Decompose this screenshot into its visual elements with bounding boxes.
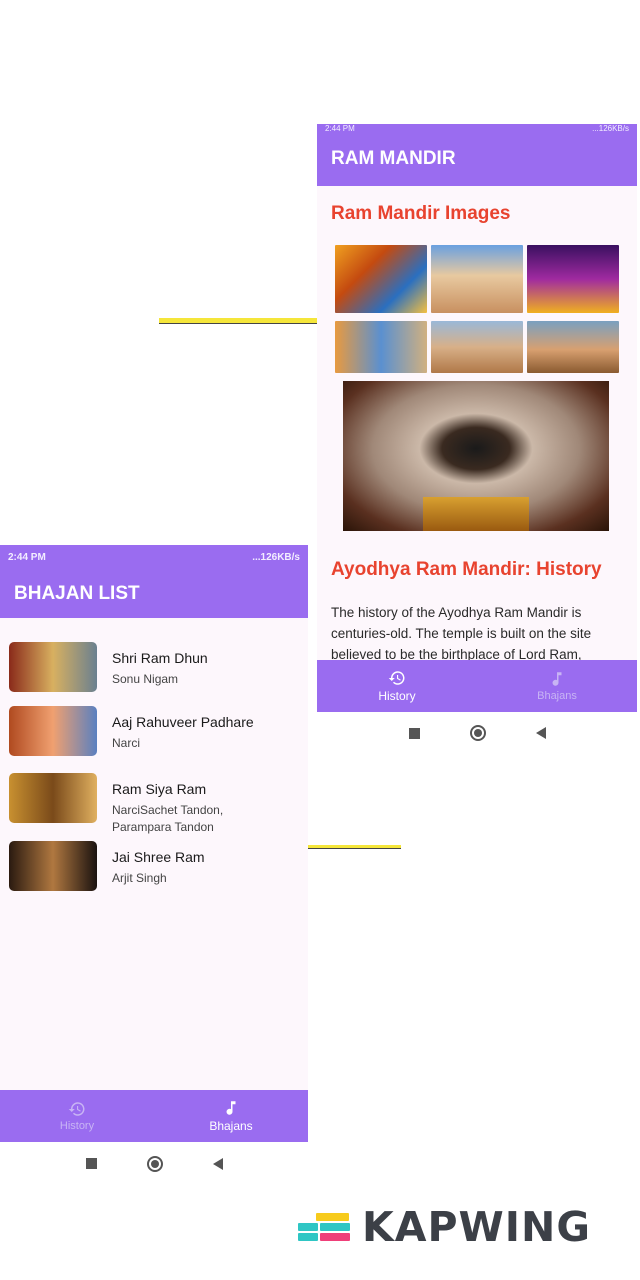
list-item[interactable]: Aaj Rahuveer Padhare Narci (0, 706, 308, 773)
gallery-image[interactable] (431, 245, 523, 313)
nav-bhajans[interactable]: Bhajans (154, 1090, 308, 1142)
bhajan-cover-image (9, 642, 97, 692)
list-item[interactable]: Jai Shree Ram Arjit Singh (0, 841, 308, 905)
nav-history-label: History (59, 1120, 95, 1132)
featured-temple-image[interactable] (343, 381, 609, 531)
system-navigation (0, 1142, 308, 1185)
status-bar: 2:44 PM ...126KB/s (317, 124, 637, 132)
app-bar-title: BHAJAN LIST (14, 582, 140, 604)
gallery-image[interactable] (431, 321, 523, 373)
gallery-image[interactable] (335, 245, 427, 313)
kapwing-watermark: KAPWING (298, 1203, 591, 1251)
bhajan-title: Shri Ram Dhun (112, 650, 208, 666)
list-item[interactable]: Shri Ram Dhun Sonu Nigam (0, 642, 308, 706)
system-navigation (317, 712, 637, 744)
connector-line (159, 318, 317, 324)
image-gallery (335, 245, 623, 373)
nav-history-label: History (378, 689, 416, 703)
gallery-image[interactable] (335, 321, 427, 373)
app-bar: BHAJAN LIST (0, 569, 308, 618)
history-icon (68, 1102, 85, 1116)
list-item[interactable]: Ram Siya Ram NarciSachet Tandon, Parampa… (0, 773, 308, 841)
bhajan-cover-image (9, 706, 97, 756)
recents-icon[interactable] (85, 1158, 97, 1169)
bhajan-cover-image (9, 841, 97, 891)
home-icon[interactable] (469, 725, 486, 741)
back-icon[interactable] (535, 727, 546, 739)
nav-history[interactable]: History (317, 660, 477, 712)
app-bar: RAM MANDIR (317, 132, 637, 186)
connector-line (308, 845, 401, 849)
ram-mandir-screen: 2:44 PM ...126KB/s RAM MANDIR Ram Mandir… (317, 124, 637, 744)
nav-bhajans[interactable]: Bhajans (477, 660, 637, 712)
app-bar-title: RAM MANDIR (331, 148, 456, 169)
gallery-image[interactable] (527, 321, 619, 373)
images-section-title: Ram Mandir Images (331, 203, 511, 224)
history-icon (388, 671, 405, 685)
status-indicators: ...126KB/s (252, 551, 300, 563)
bottom-navigation: History Bhajans (0, 1090, 308, 1142)
history-paragraph: The history of the Ayodhya Ram Mandir is… (331, 605, 592, 660)
bhajan-title: Aaj Rahuveer Padhare (112, 714, 254, 730)
ram-mandir-content[interactable]: Ram Mandir Images Ayodhya Ram Mandir: Hi… (317, 186, 637, 660)
status-indicators: ...126KB/s (592, 124, 629, 132)
status-time: 2:44 PM (8, 551, 46, 563)
music-note-icon (226, 1101, 236, 1115)
nav-history[interactable]: History (0, 1090, 154, 1142)
bhajan-list-screen: 2:44 PM ...126KB/s BHAJAN LIST Shri Ram … (0, 545, 308, 1185)
screen-canvas: 2:44 PM ...126KB/s RAM MANDIR Ram Mandir… (0, 0, 640, 1280)
bhajan-artist: NarciSachet Tandon, Parampara Tandon (112, 803, 224, 834)
bhajan-artist: Sonu Nigam (112, 672, 179, 686)
recents-icon[interactable] (408, 727, 420, 739)
gallery-image[interactable] (527, 245, 619, 313)
bhajan-cover-image (9, 773, 97, 823)
bhajan-artist: Narci (112, 736, 141, 750)
bhajan-artist: Arjit Singh (112, 871, 167, 885)
kapwing-brand-text: KAPWING (362, 1203, 591, 1251)
bhajan-title: Jai Shree Ram (112, 849, 205, 865)
nav-bhajans-label: Bhajans (537, 690, 577, 702)
bottom-navigation: History Bhajans (317, 660, 637, 712)
kapwing-logo-icon (298, 1209, 352, 1245)
nav-bhajans-label: Bhajans (209, 1119, 253, 1133)
history-section-title: Ayodhya Ram Mandir: History (331, 559, 602, 580)
bhajan-list: Shri Ram Dhun Sonu Nigam Aaj Rahuveer Pa… (0, 618, 308, 1090)
music-note-icon (552, 672, 562, 686)
bhajan-title: Ram Siya Ram (112, 781, 207, 797)
home-icon[interactable] (146, 1155, 163, 1172)
status-bar: 2:44 PM ...126KB/s (0, 545, 308, 569)
status-time: 2:44 PM (325, 124, 355, 132)
back-icon[interactable] (212, 1157, 223, 1170)
